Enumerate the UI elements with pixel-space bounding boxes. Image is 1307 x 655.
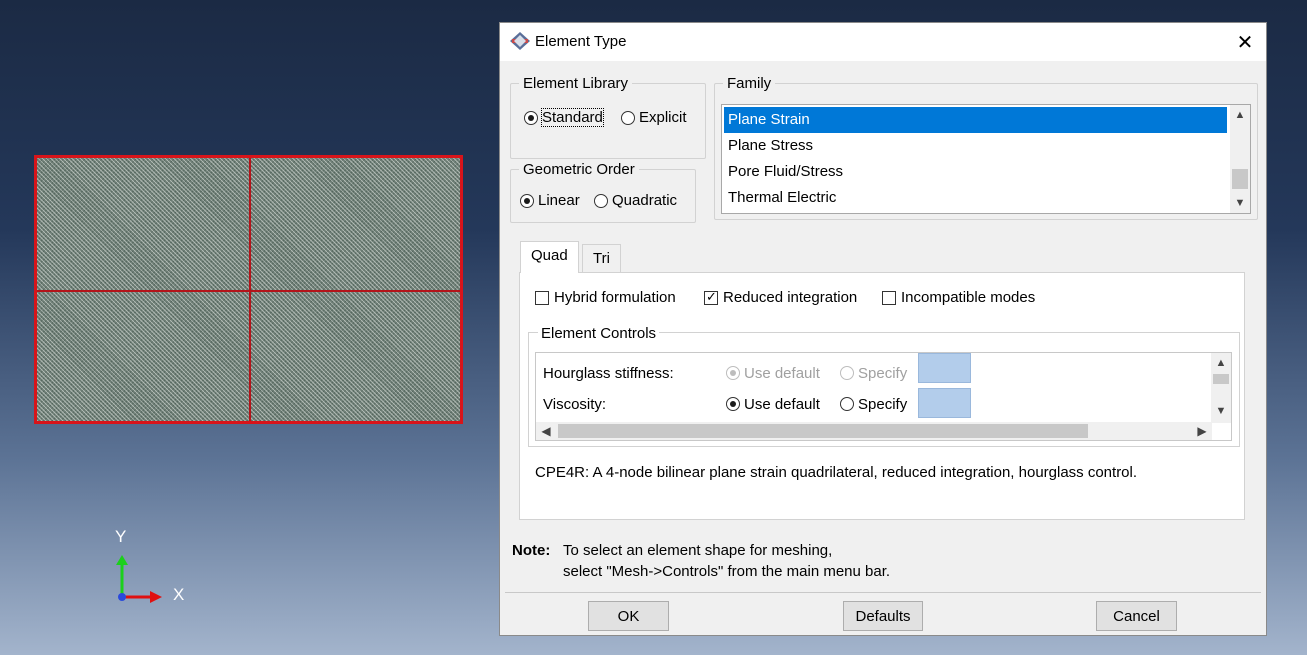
controls-scroll-down-icon[interactable]: ▼ — [1211, 401, 1231, 421]
controls-scroll-left-icon[interactable]: ◀ — [536, 422, 556, 440]
radio-quadratic-indicator[interactable] — [594, 193, 608, 208]
element-library-label: Element Library — [523, 75, 629, 92]
element-controls-label: Element Controls — [538, 325, 660, 342]
radio-standard-indicator[interactable] — [524, 110, 538, 125]
defaults-button[interactable]: Defaults — [843, 601, 923, 631]
radio-linear-label: Linear — [538, 192, 580, 209]
hourglass-use-default-indicator[interactable] — [726, 366, 740, 380]
scroll-up-icon[interactable]: ▲ — [1230, 105, 1250, 125]
radio-standard[interactable]: Standard — [524, 108, 604, 127]
hourglass-stiffness-label: Hourglass stiffness: — [543, 364, 674, 382]
reduced-integration-check-icon[interactable] — [704, 289, 718, 305]
hourglass-specify-indicator[interactable] — [840, 366, 854, 380]
viscosity-row: Viscosity: — [543, 389, 606, 419]
scroll-down-icon[interactable]: ▼ — [1230, 193, 1250, 213]
reduced-integration-label: Reduced integration — [723, 289, 858, 306]
mesh-partition-horizontal — [37, 290, 460, 292]
viscosity-value-field[interactable] — [918, 388, 971, 418]
reduced-integration-checkbox[interactable]: Reduced integration — [704, 289, 857, 306]
note-label: Note: — [512, 542, 551, 559]
close-icon[interactable]: ✕ — [1230, 27, 1260, 57]
triad-y-label: Y — [115, 527, 127, 546]
triad-x-label: X — [173, 585, 185, 604]
element-type-dialog: Element Type ✕ Element Library Standard … — [499, 22, 1267, 636]
incompatible-modes-check-icon[interactable] — [882, 290, 896, 305]
radio-explicit-label: Explicit — [639, 109, 687, 126]
radio-quadratic[interactable]: Quadratic — [594, 192, 677, 209]
hourglass-specify-label: Specify — [858, 364, 908, 382]
abaqus-app-icon — [510, 32, 530, 54]
family-item-thermal-electric[interactable]: Thermal Electric — [724, 185, 1227, 211]
radio-linear-indicator[interactable] — [520, 193, 534, 208]
mesh-part-viewport — [34, 155, 463, 424]
radio-explicit-indicator[interactable] — [621, 110, 635, 125]
dialog-titlebar[interactable]: Element Type ✕ — [500, 23, 1266, 61]
hourglass-use-default-label: Use default — [744, 364, 820, 382]
radio-linear[interactable]: Linear — [520, 192, 580, 209]
geometric-order-label: Geometric Order — [523, 161, 635, 178]
button-separator — [505, 592, 1261, 593]
tab-tri[interactable]: Tri — [582, 244, 621, 272]
radio-quadratic-label: Quadratic — [612, 192, 678, 209]
family-scroll-thumb[interactable] — [1232, 169, 1248, 189]
hourglass-use-default-radio[interactable]: Use default — [726, 358, 820, 388]
dialog-title: Element Type — [535, 33, 627, 50]
controls-vscroll-thumb[interactable] — [1213, 374, 1229, 384]
tab-quad[interactable]: Quad — [520, 241, 579, 273]
coordinate-triad: Y X — [100, 525, 200, 615]
element-description: CPE4R: A 4-node bilinear plane strain qu… — [535, 464, 1138, 481]
controls-scroll-right-icon[interactable]: ▶ — [1192, 422, 1212, 440]
viscosity-use-default-label: Use default — [744, 395, 820, 413]
viscosity-label: Viscosity: — [543, 395, 607, 413]
element-controls-table: Hourglass stiffness: Use default Specify… — [535, 352, 1232, 441]
cancel-button[interactable]: Cancel — [1096, 601, 1177, 631]
hourglass-value-field — [918, 353, 971, 383]
hybrid-formulation-checkbox[interactable]: Hybrid formulation — [535, 289, 676, 306]
family-item-plane-stress[interactable]: Plane Stress — [724, 133, 1227, 159]
radio-standard-label: Standard — [541, 108, 604, 127]
controls-hscroll-thumb[interactable] — [558, 424, 1088, 438]
viscosity-use-default-radio[interactable]: Use default — [726, 389, 820, 419]
family-item-plane-strain[interactable]: Plane Strain — [724, 107, 1227, 133]
radio-explicit[interactable]: Explicit — [621, 109, 687, 126]
element-controls-hscroll[interactable]: ◀ ▶ — [536, 422, 1212, 440]
hybrid-formulation-label: Hybrid formulation — [554, 289, 676, 306]
note-block: Note: To select an element shape for mesh… — [512, 540, 890, 582]
family-item-pore-fluid-stress[interactable]: Pore Fluid/Stress — [724, 159, 1227, 185]
note-line-1: To select an element shape for meshing, — [563, 542, 833, 559]
family-list[interactable]: Plane Strain Plane Stress Pore Fluid/Str… — [721, 104, 1251, 214]
incompatible-modes-checkbox[interactable]: Incompatible modes — [882, 289, 1035, 306]
viscosity-specify-label: Specify — [858, 395, 908, 413]
element-controls-vscroll[interactable]: ▲ ▼ — [1211, 353, 1231, 423]
hybrid-formulation-check-icon[interactable] — [535, 290, 549, 305]
ok-button[interactable]: OK — [588, 601, 669, 631]
viscosity-use-default-indicator[interactable] — [726, 397, 740, 411]
controls-scroll-up-icon[interactable]: ▲ — [1211, 353, 1231, 373]
quad-tab-panel: Hybrid formulation Reduced integration I… — [519, 272, 1245, 520]
viscosity-specify-indicator[interactable] — [840, 397, 854, 411]
incompatible-modes-label: Incompatible modes — [901, 289, 1036, 306]
viscosity-specify-radio[interactable]: Specify — [840, 389, 907, 419]
hourglass-stiffness-row: Hourglass stiffness: — [543, 358, 674, 388]
family-list-scrollbar[interactable]: ▲ ▼ — [1230, 105, 1250, 213]
family-label: Family — [727, 75, 772, 92]
hourglass-specify-radio[interactable]: Specify — [840, 358, 907, 388]
note-line-2: select "Mesh->Controls" from the main me… — [563, 563, 891, 580]
